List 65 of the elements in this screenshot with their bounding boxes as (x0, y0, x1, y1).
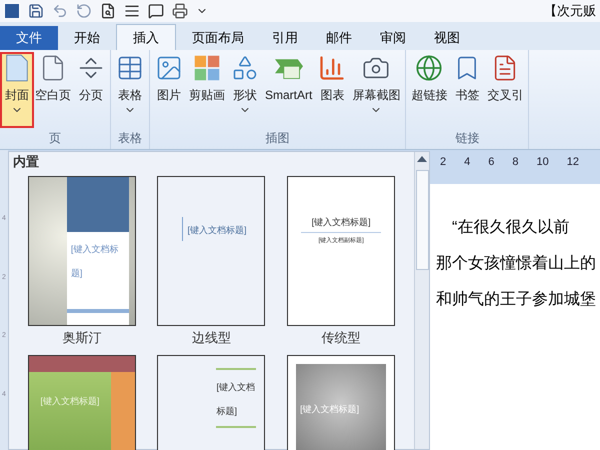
ruler-number: 4 (464, 155, 470, 170)
cover-label: 传统型 (322, 328, 361, 346)
ribbon-button[interactable]: 形状 (228, 54, 262, 126)
ribbon-button[interactable]: 封面 (2, 54, 32, 126)
ribbon-button[interactable]: 图片 (152, 54, 186, 126)
thumbnail-title: [键入文档标题] (40, 396, 100, 408)
ribbon-button[interactable]: 书签 (450, 54, 484, 126)
scroll-up-icon[interactable] (417, 156, 427, 162)
thumbnail-banner (66, 176, 129, 232)
print-preview-icon[interactable] (100, 3, 116, 19)
scroll-thumb[interactable] (416, 170, 428, 270)
ribbon-button[interactable]: 表格 (113, 54, 147, 126)
ruler-number: 8 (512, 155, 518, 170)
ribbon-button[interactable]: 空白页 (32, 54, 74, 126)
picture-icon (155, 54, 183, 82)
ribbon-button[interactable]: SmartArt (262, 54, 316, 126)
ruler-number: 12 (566, 155, 579, 170)
ribbon-button[interactable]: 超链接 (408, 54, 450, 126)
group-label: 页 (49, 130, 61, 147)
scrollbar[interactable] (414, 152, 429, 449)
ribbon-tab[interactable]: 插入 (116, 24, 176, 50)
shapes-icon (231, 54, 259, 82)
ribbon-tab[interactable]: 引用 (260, 26, 310, 50)
ribbon-button[interactable]: 交叉引 (484, 54, 526, 126)
undo-icon[interactable] (52, 3, 68, 19)
clip-art-icon (193, 54, 221, 82)
ribbon-button[interactable]: 屏幕截图 (349, 54, 404, 126)
ruler-number: 2 (440, 155, 446, 170)
save-icon[interactable] (28, 3, 44, 19)
thumbnail-title: [键入文档标题] (70, 244, 118, 278)
ribbon-button[interactable]: 图表 (315, 54, 350, 126)
ribbon-button[interactable]: 分页 (74, 54, 108, 126)
redo-icon[interactable] (76, 3, 92, 19)
paragraph-icon[interactable] (124, 3, 140, 19)
ruler-number: 6 (488, 155, 494, 170)
cover-page-icon (5, 54, 29, 82)
ribbon-tab[interactable]: 视图 (422, 26, 472, 50)
cover-label: 边线型 (192, 328, 231, 346)
window-title: 【次元贩 (544, 2, 596, 20)
ribbon-tab[interactable]: 文件 (0, 26, 58, 50)
thumbnail-title: [键入文档标题] (216, 382, 255, 416)
cover-thumbnail[interactable]: [键入文档标题] (157, 176, 266, 326)
printer-icon[interactable] (172, 3, 188, 19)
thumbnail-title: [键入文档标题] (300, 404, 360, 416)
group-label: 链接 (455, 130, 480, 147)
ribbon-tab[interactable]: 邮件 (314, 26, 364, 50)
cover-label: 奥斯汀 (62, 328, 102, 346)
group-label: 插图 (266, 130, 290, 147)
ribbon-tab[interactable]: 审阅 (368, 26, 418, 50)
ribbon-tab[interactable]: 开始 (62, 26, 112, 50)
thumbnail-title: [键入文档标题] (312, 216, 371, 228)
gallery-heading: 内置 (12, 153, 40, 171)
thumbnail-title: [键入文档标题] (187, 224, 246, 234)
chart-icon (318, 54, 346, 82)
comment-icon[interactable] (148, 3, 164, 19)
cover-thumbnail[interactable]: [键入文档标题] (157, 355, 266, 450)
ruler-number: 10 (536, 155, 549, 170)
table-icon (116, 54, 144, 82)
globe-icon (415, 54, 444, 82)
ribbon-button[interactable]: 剪贴画 (186, 54, 228, 126)
document-text: 和帅气的王子参加城堡 (436, 290, 597, 310)
ribbon-tab[interactable]: 页面布局 (180, 26, 256, 50)
document-text: 那个女孩憧憬着山上的 (436, 254, 597, 274)
group-label: 表格 (118, 130, 142, 147)
document-text: “在很久很久以前 (451, 218, 570, 238)
